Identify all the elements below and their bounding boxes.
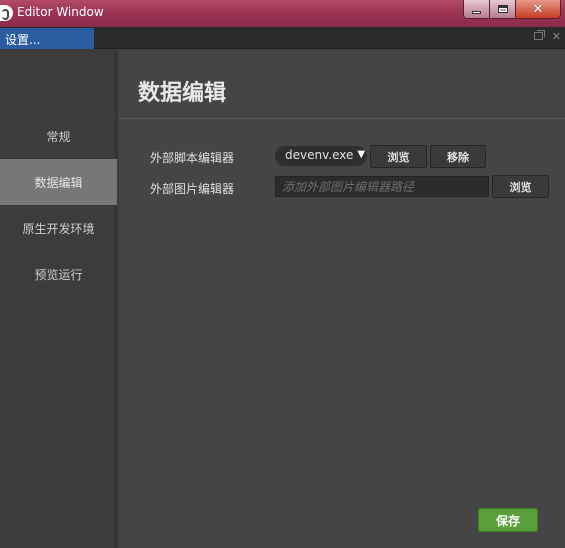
maximize-icon: [497, 5, 508, 13]
minimize-button[interactable]: [463, 0, 490, 19]
sidebar-item-general[interactable]: 常规: [0, 113, 117, 159]
script-editor-label: 外部脚本编辑器: [150, 151, 235, 165]
script-browse-button[interactable]: 浏览: [370, 145, 427, 168]
close-tab-icon[interactable]: ✕: [552, 31, 561, 42]
image-editor-label: 外部图片编辑器: [150, 182, 235, 196]
tab-settings[interactable]: 设置...: [0, 28, 94, 49]
dropdown-arrow-icon: ▼: [357, 149, 366, 160]
minimize-icon: [472, 10, 481, 14]
close-button[interactable]: ✕: [516, 0, 561, 19]
script-remove-button[interactable]: 移除: [430, 145, 486, 168]
tab-tools: ✕: [533, 30, 561, 42]
sidebar-item-label: 数据编辑: [34, 175, 83, 190]
window-title: Editor Window: [17, 5, 104, 19]
script-editor-dropdown[interactable]: devenv.exe ▼: [275, 146, 367, 166]
image-browse-button[interactable]: 浏览: [492, 175, 549, 198]
sidebar-item-label: 常规: [46, 129, 71, 144]
dropdown-value: devenv.exe: [285, 148, 354, 162]
image-editor-path-input[interactable]: [275, 176, 489, 197]
maximize-button[interactable]: [490, 0, 516, 19]
app-icon: [0, 5, 13, 21]
sidebar-item-preview-run[interactable]: 预览运行: [0, 251, 117, 297]
sidebar-item-label: 预览运行: [34, 267, 83, 282]
close-icon: ✕: [532, 1, 544, 17]
sidebar-item-data-editing[interactable]: 数据编辑: [0, 159, 117, 205]
title-divider: [119, 118, 565, 119]
sidebar-item-label: 原生开发环境: [22, 221, 95, 236]
restore-icon[interactable]: [533, 30, 545, 40]
main-panel: 数据编辑 外部脚本编辑器 devenv.exe ▼ 浏览 移除 外部图片编辑器 …: [119, 50, 565, 548]
save-button[interactable]: 保存: [478, 508, 538, 532]
sidebar: 常规 数据编辑 原生开发环境 预览运行: [0, 50, 117, 548]
page-title: 数据编辑: [138, 81, 227, 106]
window-controls: ✕: [463, 0, 561, 19]
sidebar-item-native-environment[interactable]: 原生开发环境: [0, 205, 117, 251]
tab-strip: 设置... ✕: [0, 27, 565, 49]
window-titlebar[interactable]: Editor Window ✕: [0, 0, 565, 27]
